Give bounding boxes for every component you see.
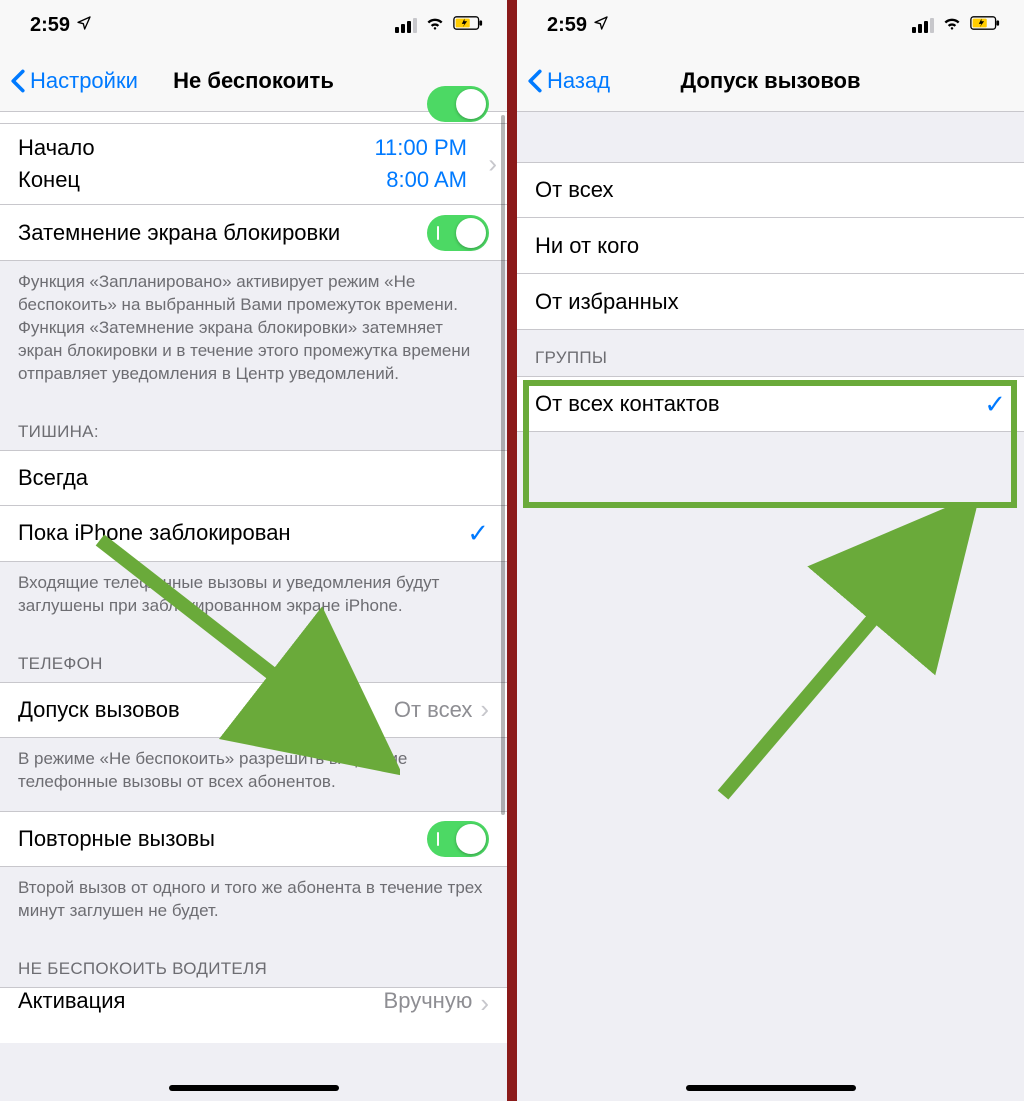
silence-header: ТИШИНА: — [0, 404, 507, 450]
option-label: Ни от кого — [535, 233, 1006, 259]
status-bar: 2:59 — [517, 0, 1024, 50]
chevron-left-icon — [10, 69, 26, 93]
driver-header: НЕ БЕСПОКОИТЬ ВОДИТЕЛЯ — [0, 941, 507, 987]
phone-header: ТЕЛЕФОН — [0, 636, 507, 682]
location-icon — [76, 14, 92, 37]
location-icon — [593, 14, 609, 37]
end-label: Конец — [18, 167, 80, 193]
status-time: 2:59 — [547, 14, 587, 37]
back-label: Настройки — [30, 68, 138, 94]
left-screen: 2:59 Настройки Не беспокоить — [0, 0, 507, 1101]
allow-calls-row[interactable]: Допуск вызовов От всех › — [0, 682, 507, 738]
scheduled-toggle[interactable] — [427, 86, 489, 122]
start-value: 11:00 PM — [374, 135, 467, 161]
option-favorites[interactable]: От избранных — [517, 274, 1024, 330]
home-indicator[interactable] — [686, 1085, 856, 1091]
screenshot-divider — [507, 0, 517, 1101]
activation-value: Вручную — [384, 988, 473, 1014]
status-bar: 2:59 — [0, 0, 507, 50]
checkmark-icon: ✓ — [984, 389, 1006, 420]
allow-calls-label: Допуск вызовов — [18, 697, 394, 723]
cellular-icon — [912, 18, 934, 33]
silence-always-row[interactable]: Всегда — [0, 450, 507, 506]
page-title: Допуск вызовов — [680, 68, 860, 94]
dim-lock-label: Затемнение экрана блокировки — [18, 220, 427, 246]
repeated-label: Повторные вызовы — [18, 826, 427, 852]
schedule-time-row[interactable]: Начало 11:00 PM Конец 8:00 AM › — [0, 124, 507, 205]
wifi-icon — [425, 14, 445, 37]
status-time: 2:59 — [30, 14, 70, 37]
end-value: 8:00 AM — [386, 167, 467, 193]
allow-calls-value: От всех — [394, 697, 473, 723]
allow-calls-footer: В режиме «Не беспокоить» разрешить входя… — [0, 738, 507, 812]
option-all-contacts[interactable]: От всех контактов ✓ — [517, 376, 1024, 432]
option-no-one[interactable]: Ни от кого — [517, 218, 1024, 274]
repeated-footer: Второй вызов от одного и того же абонент… — [0, 867, 507, 941]
silence-locked-label: Пока iPhone заблокирован — [18, 520, 467, 546]
silence-footer: Входящие телефонные вызовы и уведомления… — [0, 562, 507, 636]
cellular-icon — [395, 18, 417, 33]
chevron-left-icon — [527, 69, 543, 93]
chevron-right-icon: › — [480, 988, 489, 1019]
scrollbar[interactable] — [501, 115, 505, 815]
wifi-icon — [942, 14, 962, 37]
silence-always-label: Всегда — [18, 465, 489, 491]
activation-row[interactable]: Активация Вручную › — [0, 987, 507, 1043]
chevron-right-icon: › — [480, 694, 489, 725]
groups-header: ГРУППЫ — [517, 330, 1024, 376]
activation-label: Активация — [18, 988, 384, 1014]
scheduled-footer: Функция «Запланировано» активирует режим… — [0, 261, 507, 404]
dim-lock-toggle[interactable] — [427, 215, 489, 251]
annotation-arrow — [703, 505, 983, 815]
dim-lock-row[interactable]: Затемнение экрана блокировки — [0, 205, 507, 261]
option-label: От избранных — [535, 289, 1006, 315]
nav-bar: Назад Допуск вызовов — [517, 50, 1024, 112]
battery-icon — [453, 14, 483, 37]
option-label: От всех контактов — [535, 391, 984, 417]
page-title: Не беспокоить — [173, 68, 334, 94]
back-button[interactable]: Настройки — [10, 68, 138, 94]
scheduled-row-partial[interactable] — [0, 112, 507, 124]
option-everyone[interactable]: От всех — [517, 162, 1024, 218]
battery-icon — [970, 14, 1000, 37]
right-screen: 2:59 Назад Допуск вызовов — [517, 0, 1024, 1101]
back-label: Назад — [547, 68, 610, 94]
home-indicator[interactable] — [169, 1085, 339, 1091]
repeated-toggle[interactable] — [427, 821, 489, 857]
chevron-right-icon: › — [488, 149, 497, 180]
start-label: Начало — [18, 135, 95, 161]
repeated-calls-row[interactable]: Повторные вызовы — [0, 811, 507, 867]
option-label: От всех — [535, 177, 1006, 203]
silence-locked-row[interactable]: Пока iPhone заблокирован ✓ — [0, 506, 507, 562]
checkmark-icon: ✓ — [467, 518, 489, 549]
back-button[interactable]: Назад — [527, 68, 610, 94]
